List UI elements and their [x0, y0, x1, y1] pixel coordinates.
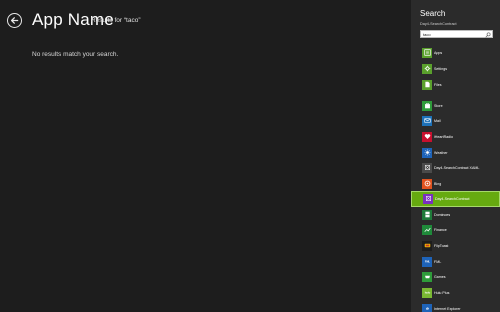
- search-app-item[interactable]: iHeartRadio: [411, 129, 500, 145]
- search-app-label: Files: [434, 82, 442, 87]
- internet-explorer-icon: e: [422, 303, 432, 312]
- search-pane: Search Day4-SearchContract Apps Settings F…: [411, 0, 500, 312]
- search-box[interactable]: [420, 30, 493, 38]
- iheartradio-icon: [422, 131, 432, 142]
- mail-icon: [422, 115, 432, 126]
- main-content: App Name Results for “taco” No results m…: [0, 0, 411, 312]
- search-app-item[interactable]: FlipToast: [411, 238, 500, 254]
- bing-icon: [422, 178, 432, 189]
- app-placeholder-icon: [423, 193, 433, 204]
- search-app-item[interactable]: Apps: [411, 45, 500, 61]
- app-placeholder-icon: [422, 162, 432, 173]
- back-button[interactable]: [7, 13, 22, 28]
- search-app-item[interactable]: Day4-SearchContract XAML: [411, 160, 500, 176]
- search-app-item[interactable]: Weather: [411, 145, 500, 161]
- search-app-label: Apps: [434, 50, 443, 55]
- results-subtitle: Results for “taco”: [91, 17, 141, 24]
- search-app-item[interactable]: Day4-SearchContract: [411, 191, 500, 207]
- search-app-item[interactable]: FML FML: [411, 254, 500, 270]
- search-app-item[interactable]: Dominoes: [411, 207, 500, 223]
- search-app-label: Mail: [434, 118, 441, 123]
- search-app-item[interactable]: Store: [411, 98, 500, 114]
- search-app-label: Hulu Plus: [434, 290, 450, 295]
- fliptoast-icon: [422, 240, 432, 251]
- games-icon: [422, 271, 432, 282]
- search-app-label: Day4-SearchContract XAML: [434, 165, 480, 170]
- search-input[interactable]: [421, 30, 485, 38]
- dominoes-icon: [422, 209, 432, 220]
- search-pane-app-name: Day4-SearchContract: [420, 22, 457, 26]
- search-app-item[interactable]: Settings: [411, 61, 500, 77]
- svg-text:hulu: hulu: [424, 291, 430, 295]
- back-arrow-icon: [10, 17, 19, 24]
- store-icon: [422, 100, 432, 111]
- search-app-label: Finance: [434, 227, 447, 232]
- search-icon[interactable]: [485, 32, 491, 38]
- search-app-item[interactable]: e Internet Explorer: [411, 301, 500, 312]
- search-app-label: FML: [434, 259, 442, 264]
- search-app-label: Internet Explorer: [434, 306, 461, 311]
- search-app-label: iHeartRadio: [434, 134, 453, 139]
- weather-icon: [422, 147, 432, 158]
- search-app-item[interactable]: Files: [411, 77, 500, 93]
- search-app-label: Day4-SearchContract: [435, 196, 470, 201]
- search-app-label: FlipToast: [434, 243, 449, 248]
- hulu-icon: hulu: [422, 287, 432, 298]
- settings-icon: [422, 63, 432, 74]
- search-app-label: Dominoes: [434, 212, 451, 217]
- files-icon: [422, 79, 432, 90]
- search-app-item[interactable]: Games: [411, 269, 500, 285]
- no-results-message: No results match your search.: [32, 51, 119, 58]
- search-app-label: Weather: [434, 150, 448, 155]
- search-app-item[interactable]: Finance: [411, 222, 500, 238]
- search-app-item[interactable]: Bing: [411, 176, 500, 192]
- apps-icon: [422, 47, 432, 58]
- svg-text:FML: FML: [424, 261, 430, 264]
- svg-text:e: e: [426, 307, 429, 312]
- search-app-item[interactable]: hulu Hulu Plus: [411, 285, 500, 301]
- search-pane-title: Search: [420, 9, 446, 18]
- search-app-label: Games: [434, 274, 446, 279]
- search-app-label: Store: [434, 103, 443, 108]
- search-app-label: Settings: [434, 66, 447, 71]
- search-app-label: Bing: [434, 181, 442, 186]
- search-app-item[interactable]: Mail: [411, 113, 500, 129]
- fml-icon: FML: [422, 256, 432, 267]
- finance-icon: [422, 224, 432, 235]
